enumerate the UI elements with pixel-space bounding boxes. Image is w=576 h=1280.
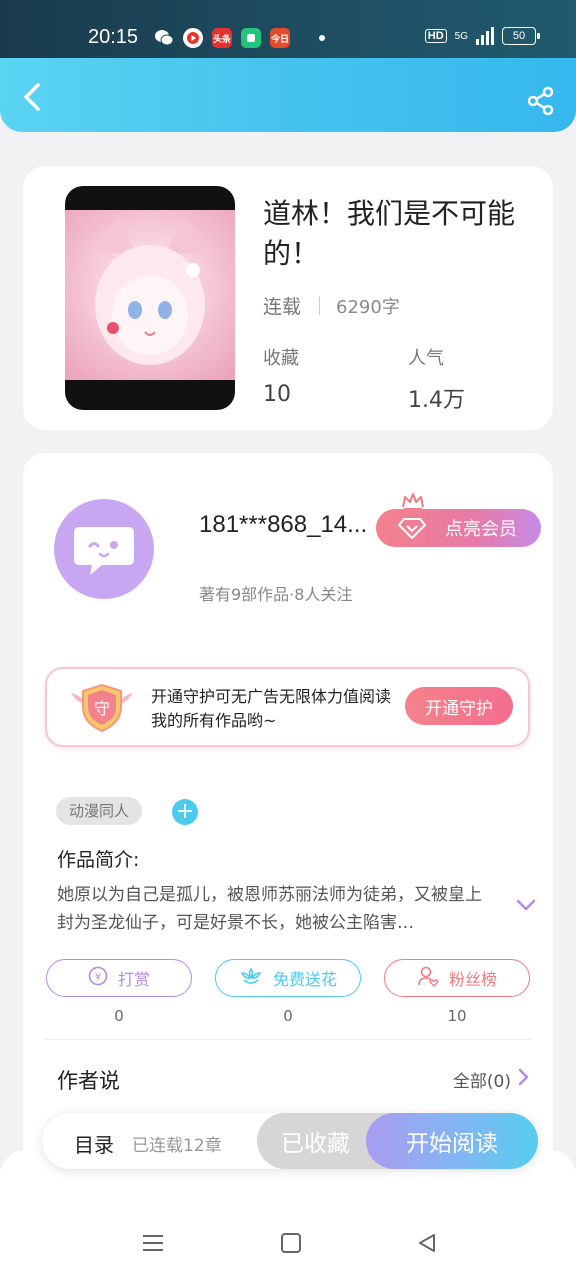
popularity-value: 1.4万 <box>408 388 465 413</box>
back-triangle-icon[interactable] <box>416 1232 438 1258</box>
intro-heading: 作品简介: <box>57 849 140 871</box>
status-bar: 20:15 头条 今日 HD 5G 50 <box>0 0 576 58</box>
send-flower-button[interactable]: 免费送花 <box>215 959 361 997</box>
view-all-link[interactable]: 全部(0) <box>453 1067 529 1092</box>
diamond-icon <box>398 517 426 544</box>
start-reading-button[interactable]: 开始阅读 <box>366 1113 538 1169</box>
toutiao-icon: 头条 <box>212 28 232 48</box>
status-right: HD 5G 50 <box>424 27 540 45</box>
tip-button[interactable]: ¥ 打赏 <box>46 959 192 997</box>
send-flower-label: 免费送花 <box>272 970 337 989</box>
news-app-label: 今日 <box>270 34 289 45</box>
fan-ranking-button[interactable]: 粉丝榜 <box>384 959 530 997</box>
author-card: 181***868_14... 点亮会员 著有9部作品·8人关注 守 开通守护可… <box>23 453 553 1173</box>
book-word-count: 6290字 <box>336 296 400 318</box>
open-guard-button[interactable]: 开通守护 <box>405 687 513 725</box>
fan-user-icon <box>417 965 439 991</box>
guard-banner[interactable]: 守 开通守护可无广告无限体力值阅读我的所有作品哟~ 开通守护 <box>45 667 530 747</box>
book-status: 连载 <box>263 296 302 318</box>
book-info-card: 道林！我们是不可能的！ 连载 6290字 收藏 10 人气 1.4万 <box>23 166 553 430</box>
bottom-action-bar: 目录 已连载12章 已收藏 开始阅读 <box>42 1113 538 1169</box>
more-notifications-dot <box>319 35 325 41</box>
toutiao-label: 头条 <box>212 34 231 45</box>
favorites-value: 10 <box>263 382 291 407</box>
toc-button[interactable]: 目录 <box>74 1129 114 1158</box>
share-icon[interactable] <box>526 86 556 116</box>
guard-shield-icon: 守 <box>67 681 137 739</box>
fan-count: 10 <box>447 1007 467 1025</box>
favorites-label: 收藏 <box>263 348 299 369</box>
green-app-icon <box>241 28 261 48</box>
signal-icon <box>476 27 494 45</box>
fan-ranking-label: 粉丝榜 <box>448 970 497 989</box>
flower-count: 0 <box>283 1007 293 1025</box>
news-app-icon: 今日 <box>270 28 290 48</box>
battery-level: 50 <box>512 30 526 42</box>
book-meta: 连载 6290字 <box>263 292 400 319</box>
coin-icon: ¥ <box>88 966 108 990</box>
author-name[interactable]: 181***868_14... <box>199 511 375 539</box>
notification-icons: 头条 今日 <box>154 28 325 48</box>
chat-bubble-avatar-icon[interactable] <box>54 499 154 599</box>
tip-count: 0 <box>114 1007 124 1025</box>
divider <box>45 1039 531 1040</box>
guard-badge-char: 守 <box>94 699 110 718</box>
home-square-icon[interactable] <box>280 1232 302 1258</box>
chevron-right-icon <box>517 1068 529 1091</box>
add-tag-button[interactable]: + <box>172 799 198 825</box>
book-cover[interactable] <box>65 186 235 410</box>
flower-icon <box>239 966 263 990</box>
intro-text: 她原以为自己是孤儿，被恩师苏丽法师为徒弟，又被皇上封为圣龙仙子，可是好景不长，她… <box>57 885 482 933</box>
wechat-icon <box>154 28 174 48</box>
menu-icon[interactable] <box>142 1232 164 1258</box>
battery-icon: 50 <box>502 27 540 45</box>
author-stats: 著有9部作品·8人关注 <box>199 585 353 604</box>
hd-badge: HD <box>424 29 447 43</box>
popularity-stat: 人气 1.4万 <box>408 344 465 414</box>
toc-chapter-count: 已连载12章 <box>132 1136 222 1156</box>
genre-tag[interactable]: 动漫同人 <box>56 797 143 825</box>
guard-text: 开通守护可无广告无限体力值阅读我的所有作品哟~ <box>151 687 392 730</box>
chevron-left-icon[interactable] <box>18 80 48 114</box>
meta-divider <box>319 296 321 315</box>
popularity-label: 人气 <box>408 348 444 369</box>
favorites-stat: 收藏 10 <box>263 344 299 407</box>
tip-label: 打赏 <box>117 970 150 989</box>
svg-text:¥: ¥ <box>95 972 101 983</box>
vip-button[interactable]: 点亮会员 <box>376 509 541 547</box>
network-label: 5G <box>454 30 468 42</box>
top-nav-bar <box>0 58 576 132</box>
chevron-down-icon[interactable] <box>515 897 537 916</box>
status-time: 20:15 <box>88 26 139 48</box>
cover-illustration <box>65 210 235 380</box>
book-title: 道林！我们是不可能的！ <box>263 197 516 270</box>
vip-button-label: 点亮会员 <box>445 519 517 540</box>
author-says-heading: 作者说 <box>57 1069 120 1093</box>
video-app-icon <box>183 28 203 48</box>
view-all-label: 全部(0) <box>452 1072 511 1092</box>
system-nav-bar <box>0 1220 576 1270</box>
